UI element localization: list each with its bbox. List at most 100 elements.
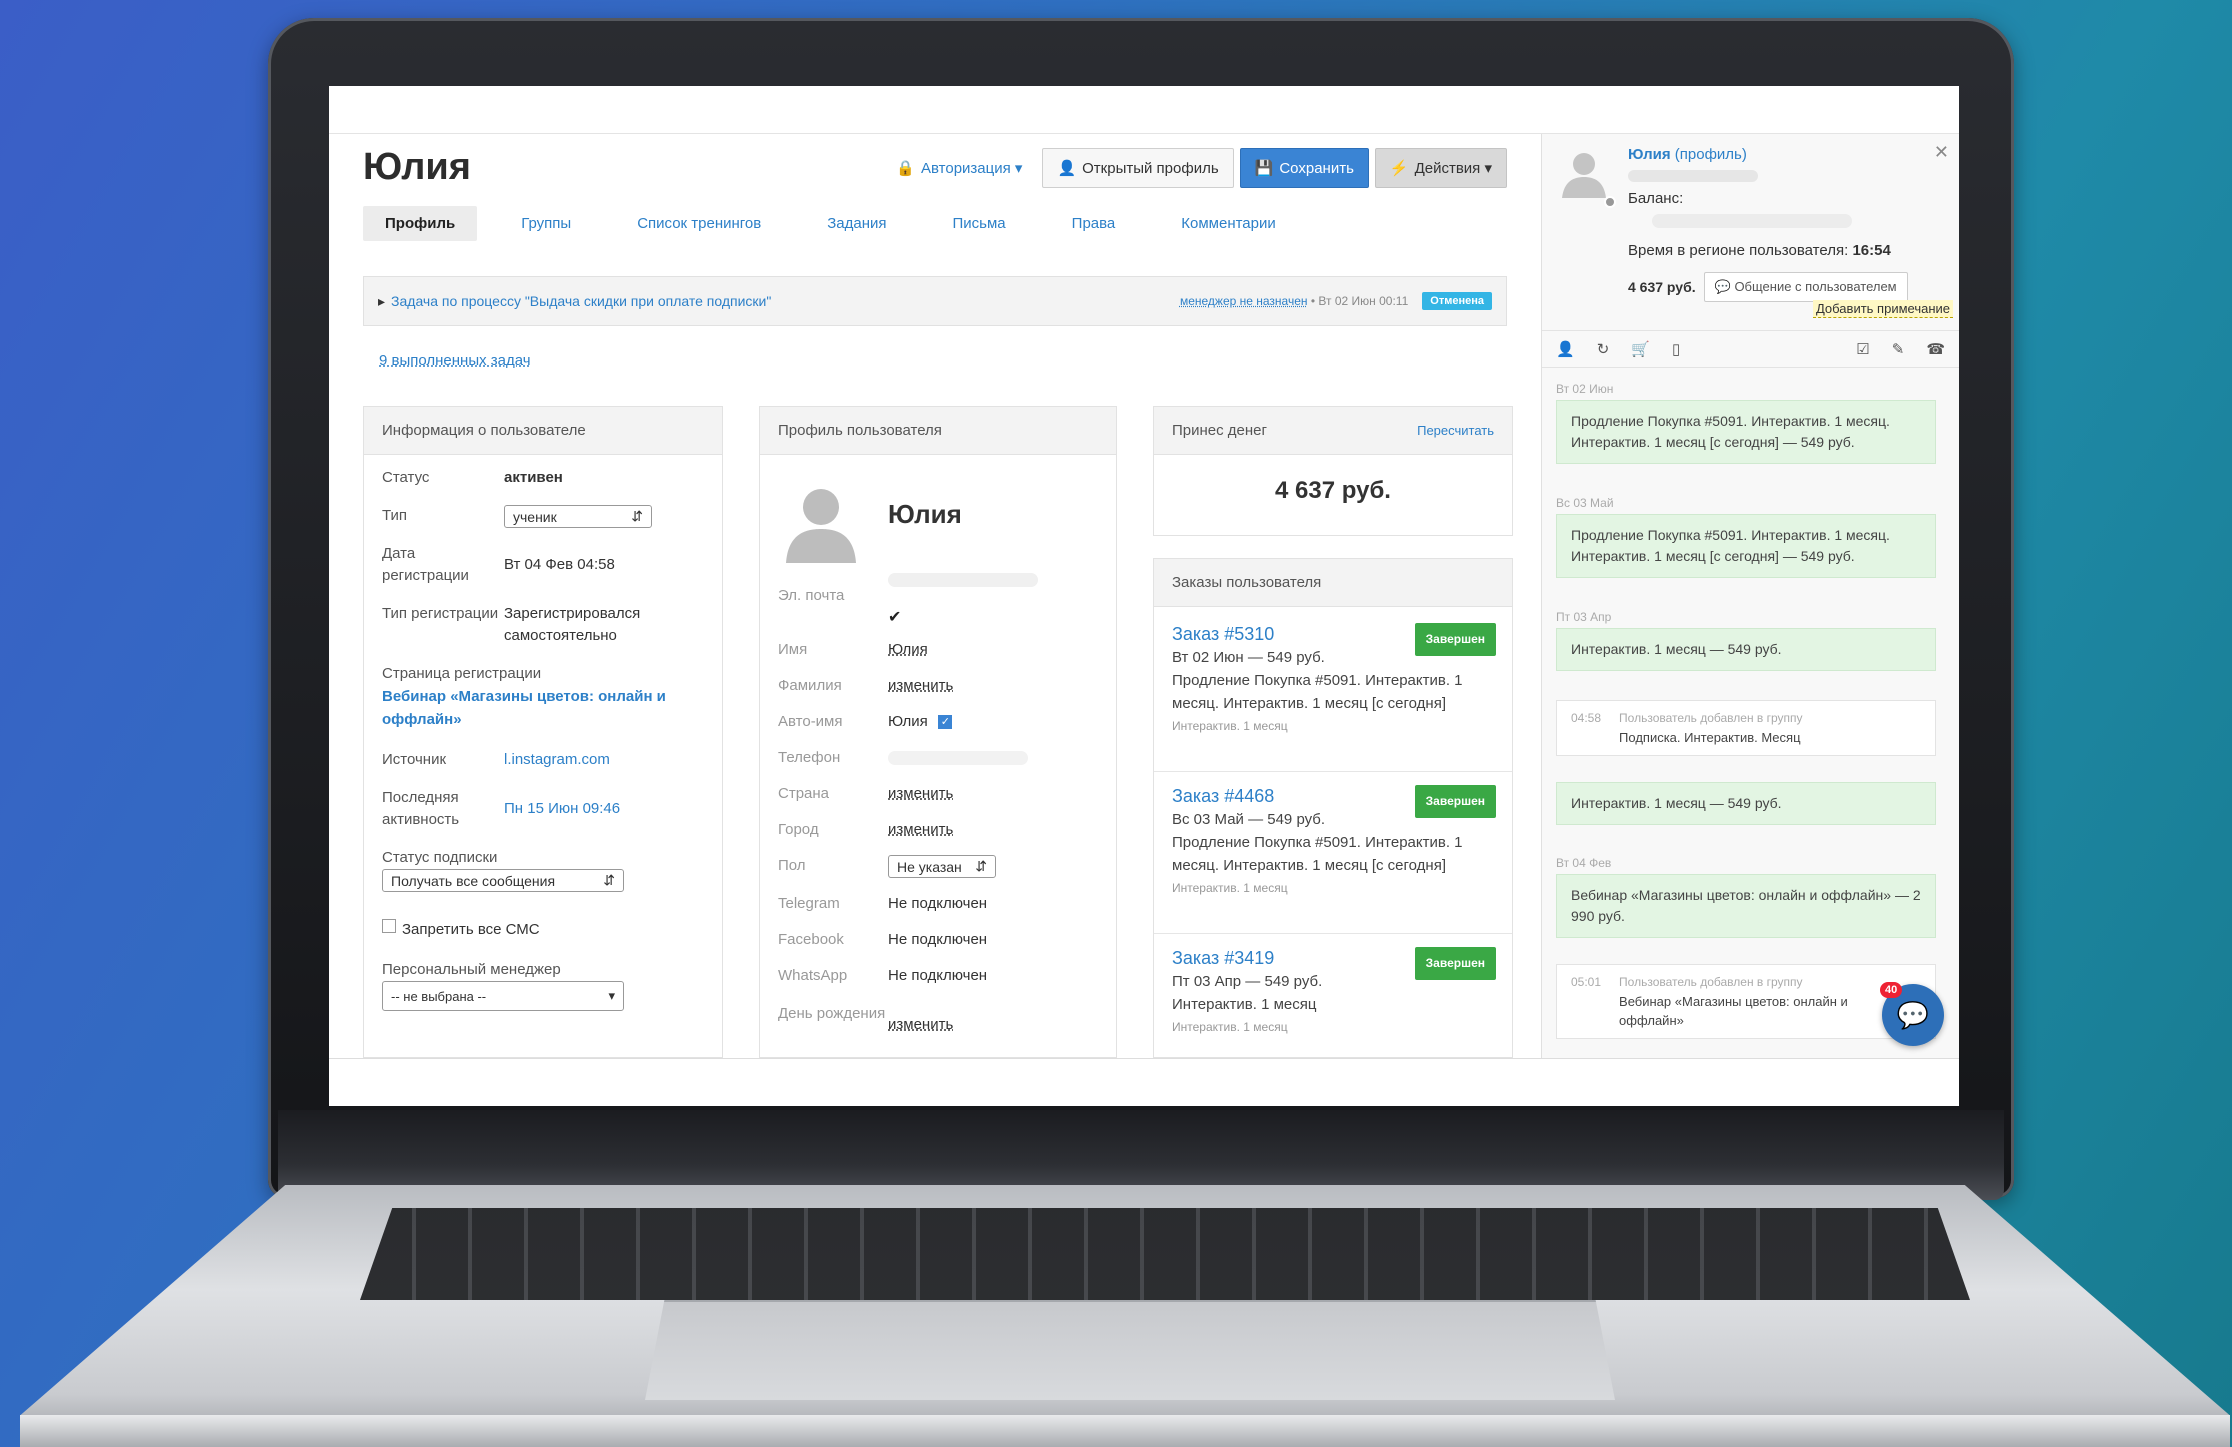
- top-actions: 🔒 Авторизация ▾ 👤 Открытый профиль 💾 Сох…: [882, 148, 1507, 188]
- save-button[interactable]: 💾 Сохранить: [1239, 148, 1369, 188]
- city-change-link[interactable]: изменить: [888, 819, 953, 841]
- manager-select-value: -- не выбрана --: [391, 988, 487, 1004]
- feed-group-label: Пользователь добавлен в группу: [1619, 975, 1803, 989]
- cart-icon[interactable]: 🛒: [1631, 340, 1650, 358]
- process-task-link[interactable]: Задача по процессу "Выдача скидки при оп…: [391, 293, 1180, 309]
- user-icon: 👤: [1057, 160, 1077, 177]
- feed-item: Продление Покупка #5091. Интерактив. 1 м…: [1556, 400, 1936, 464]
- history-icon[interactable]: ↻: [1597, 340, 1610, 358]
- last-name-row: Фамилия изменить: [778, 675, 953, 697]
- order-subtitle: Интерактив. 1 месяц: [1172, 1020, 1288, 1034]
- first-name-value[interactable]: Юлия: [888, 639, 928, 661]
- done-tasks-link[interactable]: 9 выполненных задач: [379, 352, 531, 369]
- source-row: Источник l.instagram.com: [382, 749, 610, 771]
- process-task-bar: ▸ Задача по процессу "Выдача скидки при …: [363, 276, 1507, 326]
- telegram-row: Telegram Не подключен: [778, 893, 987, 915]
- feed-body: Пользователь добавлен в группу Подписка.…: [1619, 709, 1803, 747]
- floppy-icon: 💾: [1254, 160, 1274, 177]
- laptop-keyboard: [360, 1208, 1970, 1300]
- laptop-front-edge: [20, 1415, 2230, 1447]
- order-subtitle: Интерактив. 1 месяц: [1172, 719, 1288, 733]
- chat-bubble-icon: 💬: [1896, 999, 1930, 1030]
- type-select[interactable]: ученик ⇵: [504, 505, 652, 528]
- side-name-link[interactable]: Юлия: [1628, 146, 1671, 163]
- forbid-sms-row: Запретить все СМС: [382, 919, 540, 941]
- city-row: Город изменить: [778, 819, 953, 841]
- city-label: Город: [778, 821, 819, 838]
- feed-time: 05:01: [1571, 975, 1602, 989]
- task-meta: менеджер не назначен • Вт 02 Июн 00:11: [1180, 294, 1408, 308]
- laptop-screen: Юлия 🔒 Авторизация ▾ 👤 Открытый профиль …: [329, 86, 1959, 1106]
- user-info-header: Информация о пользователе: [364, 407, 722, 455]
- actions-label: Действия ▾: [1414, 160, 1492, 177]
- browser-top-strip: [329, 86, 1959, 134]
- birthday-change-link[interactable]: изменить: [888, 1014, 953, 1036]
- phone-row: Телефон: [778, 747, 1028, 769]
- tab-letters[interactable]: Письма: [931, 206, 1028, 241]
- checkbox-icon[interactable]: ☑: [1856, 340, 1869, 358]
- reg-date-row: Дата регистрации Вт 04 Фев 04:58: [382, 543, 615, 587]
- feed-date: Вт 02 Июн: [1556, 382, 1614, 396]
- select-arrows-icon: ⇵: [603, 872, 615, 888]
- tab-comments[interactable]: Комментарии: [1159, 206, 1297, 241]
- mobile-icon[interactable]: ▯: [1672, 340, 1680, 358]
- status-value: активен: [504, 469, 563, 486]
- last-activity-label: Последняя активность: [382, 789, 460, 828]
- chat-unread-badge: 40: [1880, 982, 1903, 998]
- auto-name-checkbox[interactable]: [937, 715, 952, 729]
- gender-select-value: Не указан: [897, 858, 962, 875]
- country-change-link[interactable]: изменить: [888, 783, 953, 805]
- feed-item: 04:58 Пользователь добавлен в группу Под…: [1556, 700, 1936, 756]
- user-info-panel: Информация о пользователе Статус активен…: [363, 406, 723, 1058]
- auto-name-row: Авто-имя Юлия: [778, 711, 958, 733]
- tab-tasks[interactable]: Задания: [805, 206, 908, 241]
- first-name-row: Имя Юлия: [778, 639, 928, 661]
- feed-time: 04:58: [1571, 711, 1602, 725]
- feed-item: 05:01 Пользователь добавлен в группу Веб…: [1556, 964, 1936, 1039]
- user-icon[interactable]: 👤: [1556, 340, 1575, 358]
- telegram-value: Не подключен: [888, 895, 988, 912]
- reg-date-value: Вт 04 Фев 04:58: [504, 556, 615, 573]
- reg-page-label: Страница регистрации: [382, 665, 542, 682]
- add-note-link[interactable]: Добавить примечание: [1812, 300, 1953, 318]
- chat-with-user-button[interactable]: 💬 Общение с пользователем: [1703, 272, 1908, 302]
- forbid-sms-label: Запретить все СМС: [402, 921, 540, 938]
- tab-trainings[interactable]: Список тренингов: [615, 206, 783, 241]
- tab-groups[interactable]: Группы: [499, 206, 593, 241]
- auth-button[interactable]: 🔒 Авторизация ▾: [882, 149, 1036, 187]
- actions-button[interactable]: ⚡ Действия ▾: [1374, 148, 1507, 188]
- reg-type-row: Тип регистрации Зарегистрировался самост…: [382, 603, 674, 647]
- manager-select[interactable]: -- не выбрана -- ▾: [382, 981, 624, 1011]
- last-name-change-link[interactable]: изменить: [888, 675, 953, 697]
- phone-label: Телефон: [778, 749, 841, 766]
- phone-icon[interactable]: ☎: [1926, 340, 1945, 358]
- tab-rights[interactable]: Права: [1050, 206, 1138, 241]
- tab-profile[interactable]: Профиль: [363, 206, 478, 241]
- task-manager-link[interactable]: менеджер не назначен: [1180, 294, 1308, 308]
- last-activity-link[interactable]: Пн 15 Июн 09:46: [504, 798, 620, 831]
- close-icon[interactable]: ✕: [1934, 142, 1949, 163]
- orders-title: Заказы пользователя: [1172, 574, 1322, 591]
- side-sum-value: 4 637 руб.: [1628, 279, 1696, 295]
- feed-body: Пользователь добавлен в группу Вебинар «…: [1619, 973, 1859, 1030]
- reg-page-link[interactable]: Вебинар «Магазины цветов: онлайн и оффла…: [382, 685, 702, 731]
- select-arrows-icon: ⇵: [975, 858, 987, 874]
- chat-with-user-label: Общение с пользователем: [1734, 279, 1897, 294]
- pencil-icon[interactable]: ✎: [1892, 340, 1905, 358]
- sub-status-select[interactable]: Получать все сообщения ⇵: [382, 869, 624, 892]
- lock-icon: 🔒: [896, 160, 916, 177]
- recalc-link[interactable]: Пересчитать: [1417, 423, 1494, 438]
- status-dot: [1604, 196, 1616, 208]
- side-profile-link[interactable]: (профиль): [1675, 146, 1747, 163]
- order-item: Заказ #5310 Завершен Вт 02 Июн — 549 руб…: [1172, 623, 1496, 738]
- open-profile-button[interactable]: 👤 Открытый профиль: [1042, 148, 1234, 188]
- order-item: Заказ #3419 Завершен Пт 03 Апр — 549 руб…: [1172, 947, 1496, 1039]
- country-row: Страна изменить: [778, 783, 953, 805]
- side-user-name: Юлия (профиль): [1628, 146, 1747, 163]
- feed-date: Вс 03 Май: [1556, 496, 1614, 510]
- forbid-sms-checkbox[interactable]: [382, 919, 396, 933]
- source-link[interactable]: l.instagram.com: [504, 749, 610, 771]
- order-divider: [1154, 933, 1512, 934]
- order-status-badge: Завершен: [1414, 623, 1496, 656]
- gender-select[interactable]: Не указан ⇵: [888, 855, 996, 878]
